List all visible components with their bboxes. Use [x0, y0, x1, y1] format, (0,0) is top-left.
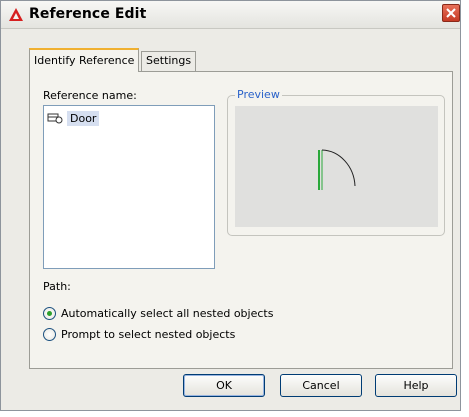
window-title: Reference Edit [29, 6, 147, 22]
prompt-select-nested-option[interactable]: Prompt to select nested objects [43, 328, 235, 341]
reference-name-label: Reference name: [43, 89, 137, 102]
ok-button[interactable]: OK [183, 374, 265, 397]
prompt-select-nested-label: Prompt to select nested objects [61, 328, 236, 341]
reference-edit-dialog: Reference Edit Identify Reference Settin… [0, 0, 461, 411]
radio-dot [47, 311, 52, 316]
door-preview-icon [318, 149, 356, 190]
block-reference-icon [47, 113, 63, 124]
list-item-label: Door [67, 110, 100, 126]
auto-select-nested-label: Automatically select all nested objects [61, 307, 274, 320]
cancel-button[interactable]: Cancel [280, 374, 362, 397]
radio-button[interactable] [43, 328, 56, 341]
preview-area [235, 106, 438, 227]
help-button[interactable]: Help [375, 374, 457, 397]
tab-identify-reference-label: Identify Reference [34, 54, 135, 67]
close-icon [446, 8, 456, 18]
radio-button-checked[interactable] [43, 307, 56, 320]
preview-label: Preview [235, 88, 282, 101]
reference-name-list[interactable]: Door [43, 105, 215, 269]
close-button[interactable] [442, 4, 460, 22]
autocad-logo-icon [9, 8, 23, 21]
tab-identify-reference[interactable]: Identify Reference [29, 48, 140, 72]
tab-settings[interactable]: Settings [141, 51, 197, 71]
list-item[interactable]: Door [47, 110, 100, 126]
tab-settings-label: Settings [146, 54, 192, 67]
path-label: Path: [43, 280, 71, 293]
auto-select-nested-option[interactable]: Automatically select all nested objects [43, 307, 273, 320]
title-bar: Reference Edit [1, 1, 460, 29]
